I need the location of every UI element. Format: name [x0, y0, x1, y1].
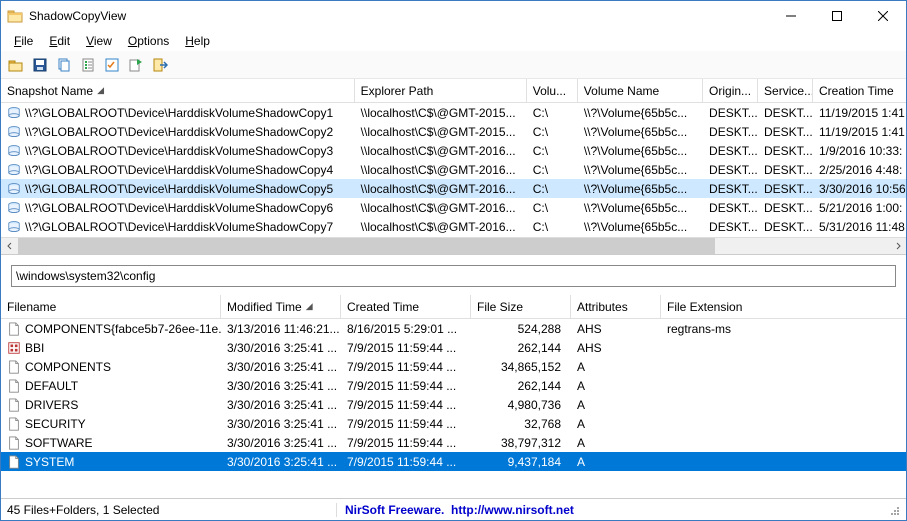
- horizontal-scrollbar[interactable]: [1, 237, 906, 254]
- file-list: Filename Modified Time◢ Created Time Fil…: [1, 295, 906, 498]
- col-explorer-path[interactable]: Explorer Path: [355, 79, 527, 102]
- app-window: ShadowCopyView File Edit View Options He…: [0, 0, 907, 521]
- col-origin[interactable]: Origin...: [703, 79, 758, 102]
- close-button[interactable]: [860, 1, 906, 31]
- toolbar-copy-icon[interactable]: [55, 56, 73, 74]
- status-credit: NirSoft Freeware. http://www.nirsoft.net: [337, 503, 884, 517]
- toolbar-properties-icon[interactable]: [79, 56, 97, 74]
- menu-help[interactable]: Help: [178, 32, 217, 50]
- file-row[interactable]: BBI3/30/2016 3:25:41 ...7/9/2015 11:59:4…: [1, 338, 906, 357]
- menu-file[interactable]: File: [7, 32, 40, 50]
- disk-icon: [7, 182, 21, 196]
- window-controls: [768, 1, 906, 31]
- scrollbar-thumb[interactable]: [18, 238, 715, 255]
- file-icon: [7, 322, 21, 336]
- snapshot-row[interactable]: \\?\GLOBALROOT\Device\HarddiskVolumeShad…: [1, 198, 906, 217]
- snapshot-row[interactable]: \\?\GLOBALROOT\Device\HarddiskVolumeShad…: [1, 103, 906, 122]
- status-selection: 45 Files+Folders, 1 Selected: [7, 503, 337, 517]
- menu-edit[interactable]: Edit: [42, 32, 77, 50]
- disk-icon: [7, 106, 21, 120]
- file-icon: [7, 398, 21, 412]
- file-list-header: Filename Modified Time◢ Created Time Fil…: [1, 295, 906, 319]
- col-volume[interactable]: Volu...: [527, 79, 578, 102]
- file-row[interactable]: DEFAULT3/30/2016 3:25:41 ...7/9/2015 11:…: [1, 376, 906, 395]
- snapshot-row[interactable]: \\?\GLOBALROOT\Device\HarddiskVolumeShad…: [1, 122, 906, 141]
- path-input[interactable]: [11, 265, 896, 287]
- file-icon: [7, 360, 21, 374]
- titlebar[interactable]: ShadowCopyView: [1, 1, 906, 31]
- snapshot-list-body[interactable]: \\?\GLOBALROOT\Device\HarddiskVolumeShad…: [1, 103, 906, 237]
- app-icon: [7, 8, 23, 24]
- snapshot-row[interactable]: \\?\GLOBALROOT\Device\HarddiskVolumeShad…: [1, 217, 906, 236]
- file-row[interactable]: COMPONENTS{fabce5b7-26ee-11e...3/13/2016…: [1, 319, 906, 338]
- minimize-button[interactable]: [768, 1, 814, 31]
- file-icon: [7, 436, 21, 450]
- disk-icon: [7, 220, 21, 234]
- file-icon: [7, 455, 21, 469]
- col-file-size[interactable]: File Size: [471, 295, 571, 318]
- disk-icon: [7, 144, 21, 158]
- file-icon: [7, 379, 21, 393]
- menubar: File Edit View Options Help: [1, 31, 906, 51]
- disk-icon: [7, 125, 21, 139]
- snapshot-row[interactable]: \\?\GLOBALROOT\Device\HarddiskVolumeShad…: [1, 179, 906, 198]
- toolbar-options-icon[interactable]: [103, 56, 121, 74]
- col-snapshot-name[interactable]: Snapshot Name◢: [1, 79, 355, 102]
- file-row[interactable]: SECURITY3/30/2016 3:25:41 ...7/9/2015 11…: [1, 414, 906, 433]
- col-service[interactable]: Service...: [758, 79, 813, 102]
- file-icon: [7, 417, 21, 431]
- scroll-right-icon[interactable]: [889, 238, 906, 255]
- col-filename[interactable]: Filename: [1, 295, 221, 318]
- file-icon: [7, 341, 21, 355]
- col-volume-name[interactable]: Volume Name: [578, 79, 703, 102]
- nirsoft-link[interactable]: NirSoft Freeware. http://www.nirsoft.net: [345, 503, 574, 517]
- col-created-time[interactable]: Created Time: [341, 295, 471, 318]
- path-row: [1, 255, 906, 295]
- col-modified-time[interactable]: Modified Time◢: [221, 295, 341, 318]
- window-title: ShadowCopyView: [29, 9, 768, 23]
- col-attributes[interactable]: Attributes: [571, 295, 661, 318]
- snapshot-row[interactable]: \\?\GLOBALROOT\Device\HarddiskVolumeShad…: [1, 160, 906, 179]
- menu-view[interactable]: View: [79, 32, 119, 50]
- statusbar: 45 Files+Folders, 1 Selected NirSoft Fre…: [1, 498, 906, 520]
- maximize-button[interactable]: [814, 1, 860, 31]
- resize-grip-icon[interactable]: [884, 504, 900, 516]
- disk-icon: [7, 201, 21, 215]
- disk-icon: [7, 163, 21, 177]
- toolbar-save-icon[interactable]: [31, 56, 49, 74]
- file-row[interactable]: DRIVERS3/30/2016 3:25:41 ...7/9/2015 11:…: [1, 395, 906, 414]
- col-file-extension[interactable]: File Extension: [661, 295, 791, 318]
- col-creation-time[interactable]: Creation Time: [813, 79, 906, 102]
- menu-options[interactable]: Options: [121, 32, 176, 50]
- scroll-left-icon[interactable]: [1, 238, 18, 255]
- file-row[interactable]: SYSTEM3/30/2016 3:25:41 ...7/9/2015 11:5…: [1, 452, 906, 471]
- file-row[interactable]: SOFTWARE3/30/2016 3:25:41 ...7/9/2015 11…: [1, 433, 906, 452]
- snapshot-list-header: Snapshot Name◢ Explorer Path Volu... Vol…: [1, 79, 906, 103]
- toolbar-open-icon[interactable]: [7, 56, 25, 74]
- toolbar-refresh-icon[interactable]: [127, 56, 145, 74]
- snapshot-row[interactable]: \\?\GLOBALROOT\Device\HarddiskVolumeShad…: [1, 141, 906, 160]
- file-row[interactable]: COMPONENTS3/30/2016 3:25:41 ...7/9/2015 …: [1, 357, 906, 376]
- snapshot-list: Snapshot Name◢ Explorer Path Volu... Vol…: [1, 79, 906, 255]
- toolbar-exit-icon[interactable]: [151, 56, 169, 74]
- file-list-body[interactable]: COMPONENTS{fabce5b7-26ee-11e...3/13/2016…: [1, 319, 906, 498]
- toolbar: [1, 51, 906, 79]
